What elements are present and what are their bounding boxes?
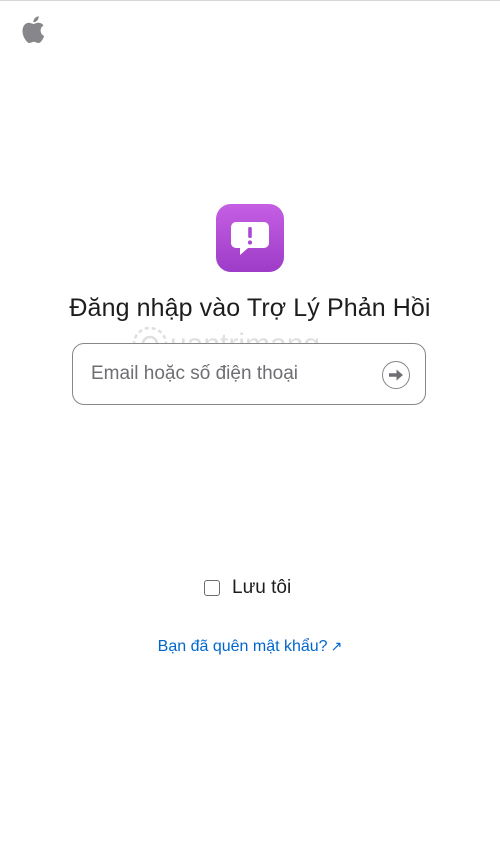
- speech-bubble-exclamation-icon: [231, 222, 269, 255]
- continue-button[interactable]: [382, 361, 410, 389]
- email-field-container[interactable]: [72, 343, 426, 405]
- arrow-right-icon: [389, 369, 403, 381]
- forgot-password-label: Bạn đã quên mật khẩu?: [157, 638, 328, 655]
- email-field[interactable]: [91, 344, 371, 404]
- feedback-assistant-icon: [216, 204, 284, 272]
- page-title: Đăng nhập vào Trợ Lý Phản Hồi: [69, 294, 431, 322]
- remember-me-label: Lưu tôi: [232, 577, 292, 598]
- forgot-password-link[interactable]: Bạn đã quên mật khẩu? ↗: [0, 638, 500, 656]
- external-arrow-icon: ↗: [330, 638, 343, 654]
- apple-logo-icon: [22, 16, 45, 43]
- remember-me-checkbox[interactable]: [204, 580, 220, 596]
- top-divider: [0, 0, 500, 1]
- remember-me[interactable]: Lưu tôi: [204, 577, 291, 599]
